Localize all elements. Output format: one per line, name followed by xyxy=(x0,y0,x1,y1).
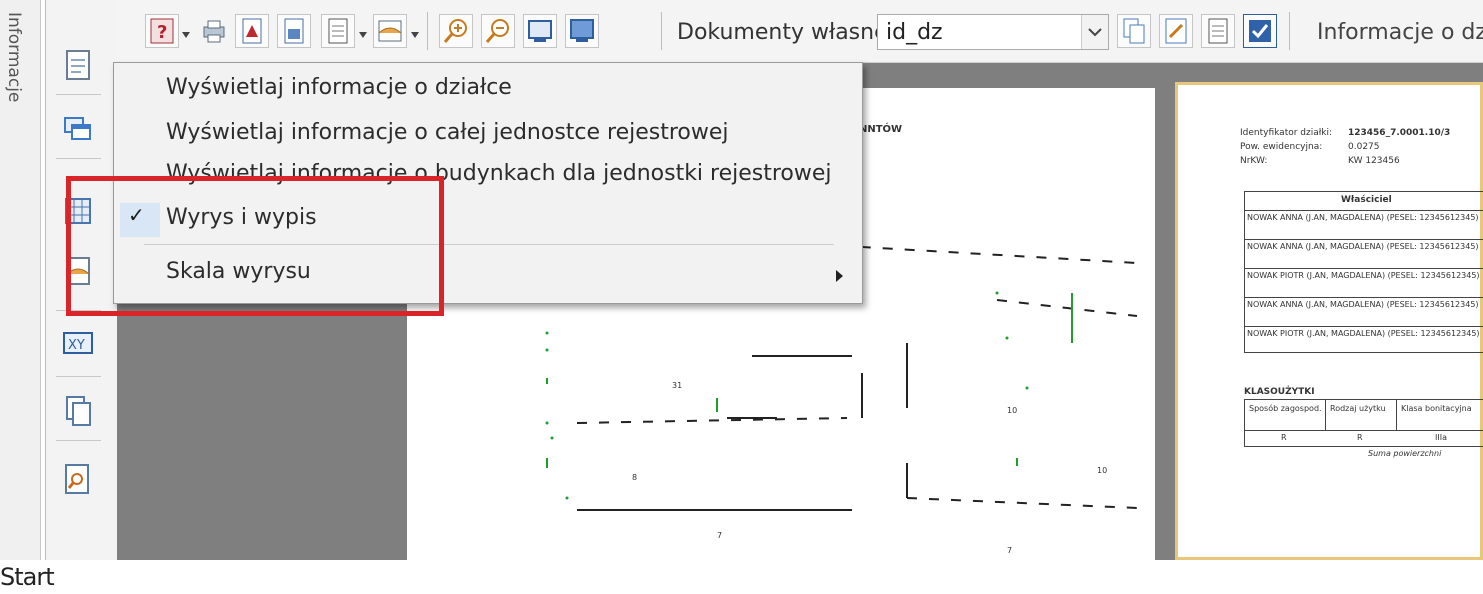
pdf-export-button[interactable] xyxy=(235,14,269,48)
svg-text:10: 10 xyxy=(1007,406,1017,415)
zoom-in-button[interactable] xyxy=(439,14,473,48)
informacje-o-dzialce-label: Informacje o dz xyxy=(1317,20,1483,45)
help-icon: ? xyxy=(150,18,174,44)
owner-entry: NOWAK ANNA (J.AN, MAGDALENA) (PESEL: 123… xyxy=(1247,242,1479,251)
powierzchnia-value: 0.0275 xyxy=(1348,142,1380,152)
chevron-down-icon[interactable] xyxy=(411,32,419,38)
left-toolbar-divider xyxy=(56,158,101,159)
search-document-icon[interactable] xyxy=(61,462,95,496)
toolbar-separator xyxy=(1289,12,1290,50)
menu-item-informacje-o-jednostce[interactable]: Wyświetlaj informacje o całej jednostce … xyxy=(166,120,729,145)
side-tab-informacje[interactable]: Informacje xyxy=(0,0,41,560)
full-screen-button[interactable] xyxy=(565,14,599,48)
svg-text:?: ? xyxy=(157,22,167,43)
side-tab-label: Informacje xyxy=(4,12,24,103)
owner-entry: NOWAK ANNA (J.AN, MAGDALENA) (PESEL: 123… xyxy=(1247,213,1479,222)
windows-icon[interactable] xyxy=(61,112,95,146)
submenu-arrow-icon xyxy=(836,270,843,282)
printer-icon xyxy=(203,20,225,43)
zoom-out-icon xyxy=(485,19,509,43)
table-row: NOWAK PIOTR (J.AN, MAGDALENA) (PESEL: 12… xyxy=(1245,327,1483,351)
help-dropdown-button[interactable]: ? xyxy=(145,14,179,48)
report-icon xyxy=(1208,18,1228,44)
powierzchnia-label: Pow. ewidencyjna: xyxy=(1240,142,1323,152)
nrkw-label: NrKW: xyxy=(1240,156,1268,166)
table-header-cell: Rodzaj użytku xyxy=(1326,400,1397,431)
owner-entry: NOWAK ANNA (J.AN, MAGDALENA) (PESEL: 123… xyxy=(1247,300,1479,309)
pdf-icon xyxy=(242,18,262,44)
document-list-icon xyxy=(328,18,348,44)
dokumenty-wlasne-label: Dokumenty własne: xyxy=(677,20,896,45)
print-preview-dropdown-button[interactable] xyxy=(373,14,407,48)
edit-document-icon xyxy=(1165,18,1187,44)
print-preview-icon xyxy=(378,20,402,42)
table-cell: IIIa xyxy=(1435,433,1447,442)
document-icon[interactable] xyxy=(61,48,95,82)
dokumenty-wlasne-select[interactable]: id_dz xyxy=(877,14,1109,50)
status-bar: Start xyxy=(0,560,1483,594)
svg-text:7: 7 xyxy=(1007,546,1012,555)
copy-icon xyxy=(1123,18,1145,44)
column-label: Klasa bonitacyjna xyxy=(1401,404,1472,413)
pdf-preview-button[interactable] xyxy=(277,14,311,48)
svg-text:7: 7 xyxy=(717,531,722,540)
svg-text:10: 10 xyxy=(1097,466,1107,475)
chevron-down-icon[interactable] xyxy=(359,32,367,38)
menu-item-informacje-o-dzialce[interactable]: Wyświetlaj informacje o działce xyxy=(166,75,512,100)
table-row: NOWAK ANNA (J.AN, MAGDALENA) (PESEL: 123… xyxy=(1245,240,1483,269)
report-button[interactable] xyxy=(1201,14,1235,48)
xy-coordinates-icon[interactable]: XY xyxy=(61,326,95,360)
table-cell: R xyxy=(1357,433,1363,442)
document-dropdown-button[interactable] xyxy=(321,14,355,48)
svg-text:31: 31 xyxy=(672,381,682,390)
table-row: NOWAK PIOTR (J.AN, MAGDALENA) (PESEL: 12… xyxy=(1245,269,1483,298)
column-label: Sposób zagospod. xyxy=(1249,404,1322,413)
print-button[interactable] xyxy=(197,14,231,48)
left-toolbar-divider xyxy=(56,440,101,441)
document-page-info: Identyfikator działki: 123456_7.0001.10/… xyxy=(1175,82,1483,560)
owners-table-header: Właściciel xyxy=(1245,192,1483,211)
table-header-cell: Klasa bonitacyjna xyxy=(1397,400,1483,431)
screen-icon xyxy=(570,19,594,42)
owners-header-label: Właściciel xyxy=(1341,195,1392,205)
copy-document-icon[interactable] xyxy=(61,394,95,428)
pdf-preview-icon xyxy=(284,18,304,44)
chevron-down-icon[interactable] xyxy=(182,32,190,38)
table-cell: R xyxy=(1281,433,1287,442)
column-label: Rodzaj użytku xyxy=(1330,404,1386,413)
owner-entry: NOWAK PIOTR (J.AN, MAGDALENA) (PESEL: 12… xyxy=(1247,271,1480,280)
table-row: NOWAK ANNA (J.AN, MAGDALENA) (PESEL: 123… xyxy=(1245,211,1483,240)
dokumenty-wlasne-value: id_dz xyxy=(886,20,943,45)
klasouzytki-footer: Suma powierzchni xyxy=(1368,449,1442,458)
chevron-down-icon[interactable] xyxy=(1081,15,1108,49)
monitor-icon xyxy=(528,20,552,42)
copy-button[interactable] xyxy=(1117,14,1151,48)
checkbox-checked-icon xyxy=(1249,20,1271,42)
toolbar-separator xyxy=(427,12,428,50)
left-toolbar-divider xyxy=(56,94,101,95)
left-toolbar-divider xyxy=(56,376,101,377)
identyfikator-value: 123456_7.0001.10/3 xyxy=(1348,128,1451,138)
klasouzytki-table: Sposób zagospod. Rodzaj użytku Klasa bon… xyxy=(1244,399,1483,447)
owners-table: Właściciel NOWAK ANNA (J.AN, MAGDALENA) … xyxy=(1244,191,1483,353)
zoom-in-icon xyxy=(443,19,467,43)
table-header-cell: Sposób zagospod. xyxy=(1245,400,1326,431)
svg-text:8: 8 xyxy=(632,473,637,482)
single-page-button[interactable] xyxy=(523,14,557,48)
table-row: NOWAK ANNA (J.AN, MAGDALENA) (PESEL: 123… xyxy=(1245,298,1483,327)
checkbox-button[interactable] xyxy=(1243,14,1277,48)
svg-text:XY: XY xyxy=(68,338,85,353)
toolbar-separator xyxy=(661,12,662,50)
nrkw-value: KW 123456 xyxy=(1348,156,1400,166)
owner-entry: NOWAK PIOTR (J.AN, MAGDALENA) (PESEL: 12… xyxy=(1247,329,1480,338)
klasouzytki-title: KLASOUŻYTKI xyxy=(1244,387,1315,397)
identyfikator-label: Identyfikator działki: xyxy=(1240,128,1333,138)
zoom-out-button[interactable] xyxy=(481,14,515,48)
status-text: Start xyxy=(0,563,55,591)
edit-document-button[interactable] xyxy=(1159,14,1193,48)
highlight-box xyxy=(66,176,444,316)
main-toolbar: ? Dokumenty własne: id_dz Informacje o d… xyxy=(117,0,1483,63)
